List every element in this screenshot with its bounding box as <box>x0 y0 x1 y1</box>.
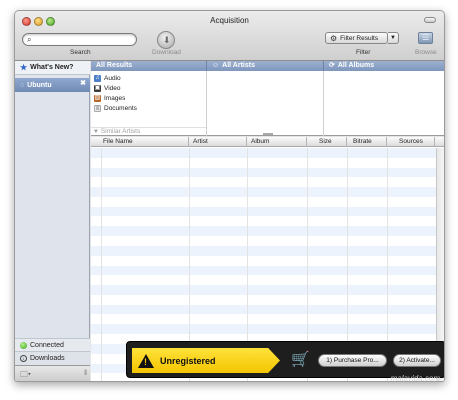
column-header-sources[interactable]: Sources <box>387 137 435 147</box>
album-icon: ⟳ <box>329 62 335 69</box>
list-item-label: Audio <box>104 74 121 82</box>
connected-label: Connected <box>30 341 64 349</box>
connection-status: Connected <box>15 338 90 351</box>
column-header-artist[interactable]: Artist <box>189 137 247 147</box>
cart-icon: 🛒 <box>291 351 310 368</box>
table-row <box>91 295 436 305</box>
filter-label: Filter <box>356 49 371 56</box>
warning-icon: ! <box>138 353 154 368</box>
unregistered-label: Unregistered <box>160 355 216 366</box>
filter-results-button[interactable]: ⚙ Filter Results <box>325 32 388 44</box>
download-label: Download <box>152 49 181 56</box>
spinner-icon: ◌ <box>20 81 25 89</box>
sidebar-item-downloads[interactable]: ↓ Downloads <box>15 351 90 365</box>
browse-label: Browse <box>415 49 437 56</box>
app-window: Acquisition ⌕ Search ⬇ Download ⚙ Filter… <box>14 10 445 382</box>
watermark: malavida.com <box>390 374 440 383</box>
all-albums-label: All Albums <box>337 62 375 69</box>
all-results-header[interactable]: All Results <box>91 61 207 71</box>
albums-column <box>324 71 444 136</box>
activate-button[interactable]: 2) Activate... <box>393 354 441 367</box>
table-row <box>91 187 436 197</box>
similar-artists-item: ♥ Similar Artists <box>94 128 140 135</box>
unregistered-status: ! Unregistered <box>132 348 280 373</box>
sidebar-item-label: What's New? <box>30 64 74 71</box>
sidebar-item-whats-new[interactable]: ★ What's New? <box>15 61 90 75</box>
images-icon: ▧ <box>94 94 101 102</box>
connected-status-icon <box>20 341 27 349</box>
list-item-label: Documents <box>104 104 137 112</box>
results-column: ♫ Audio ▣ Video ▧ Images ≡ Documents ♥ S… <box>91 71 207 136</box>
table-row <box>91 324 436 334</box>
table-row <box>91 246 436 256</box>
splitter-handle[interactable] <box>263 133 273 135</box>
toolbar-toggle-button[interactable] <box>424 17 436 23</box>
all-artists-header[interactable]: ☺ All Artists <box>207 61 324 71</box>
purchase-pro-button[interactable]: 1) Purchase Pro... <box>318 354 387 367</box>
table-row <box>91 275 436 285</box>
browse-button[interactable]: ☰ <box>418 32 433 44</box>
list-item-video[interactable]: ▣ Video <box>94 83 121 93</box>
search-input[interactable] <box>37 35 133 45</box>
table-row <box>91 226 436 236</box>
table-row <box>91 148 436 158</box>
similar-artists-label: Similar Artists <box>100 128 141 135</box>
list-item-audio[interactable]: ♫ Audio <box>94 73 121 83</box>
table-header: File Name Artist Album Size Bitrate Sour… <box>91 137 444 147</box>
star-icon: ★ <box>20 63 28 72</box>
registration-banner: ! Unregistered 🛒 1) Purchase Pro... 2) A… <box>126 341 444 378</box>
table-row <box>91 265 436 276</box>
heart-icon: ♥ <box>94 128 98 135</box>
list-item-label: Images <box>104 94 126 102</box>
search-icon: ⌕ <box>27 35 32 44</box>
artist-icon: ☺ <box>212 62 220 69</box>
list-item-documents[interactable]: ≡ Documents <box>94 103 137 113</box>
video-icon: ▣ <box>94 84 101 92</box>
column-header-size[interactable]: Size <box>307 137 347 147</box>
table-row <box>91 197 436 207</box>
filter-dropdown-button[interactable]: ▼ <box>388 32 399 44</box>
column-header-file-name[interactable]: File Name <box>101 137 189 147</box>
downloads-icon: ↓ <box>20 355 27 362</box>
table-row <box>91 315 436 325</box>
sidebar-item-label: Downloads <box>30 355 65 362</box>
filter-results-label: Filter Results <box>340 34 379 42</box>
table-row <box>91 158 436 168</box>
sidebar: ★ What's New? ◌ Ubuntu ✖ Connected ↓ Dow… <box>15 61 90 381</box>
table-row <box>91 206 436 217</box>
table-row <box>91 285 436 295</box>
audio-icon: ♫ <box>94 74 101 82</box>
download-button[interactable]: ⬇ <box>157 31 175 49</box>
column-divider <box>101 148 102 381</box>
folder-menu-icon[interactable]: 🗀▾ <box>20 369 31 381</box>
column-header-album[interactable]: Album <box>247 137 307 147</box>
list-item-label: Video <box>104 84 121 92</box>
sidebar-item-ubuntu[interactable]: ◌ Ubuntu ✖ <box>15 78 90 92</box>
search-field[interactable]: ⌕ <box>22 33 137 46</box>
gear-icon: ⚙ <box>330 33 338 43</box>
sidebar-bottom-bar: 🗀▾ ‖ <box>15 365 90 381</box>
search-label: Search <box>70 49 91 56</box>
artists-column <box>207 71 324 136</box>
close-search-icon[interactable]: ✖ <box>79 80 87 88</box>
all-albums-header[interactable]: ⟳ All Albums <box>324 61 444 71</box>
table-row <box>91 256 436 266</box>
table-row <box>91 167 436 178</box>
table-row <box>91 236 436 246</box>
table-row <box>91 217 436 227</box>
documents-icon: ≡ <box>94 104 101 112</box>
browse-icon: ☰ <box>422 33 430 42</box>
toolbar: Acquisition ⌕ Search ⬇ Download ⚙ Filter… <box>15 11 444 61</box>
download-arrow-icon: ⬇ <box>163 35 171 45</box>
table-row <box>91 177 436 187</box>
results-browser: All Results ☺ All Artists ⟳ All Albums ♫ A… <box>91 61 444 136</box>
all-artists-label: All Artists <box>222 62 255 69</box>
list-item-images[interactable]: ▧ Images <box>94 93 125 103</box>
sidebar-item-label: Ubuntu <box>27 81 52 89</box>
resize-handle-icon[interactable]: ‖ <box>84 370 87 377</box>
table-row <box>91 304 436 315</box>
column-header-bitrate[interactable]: Bitrate <box>347 137 387 147</box>
window-title: Acquisition <box>210 16 249 25</box>
